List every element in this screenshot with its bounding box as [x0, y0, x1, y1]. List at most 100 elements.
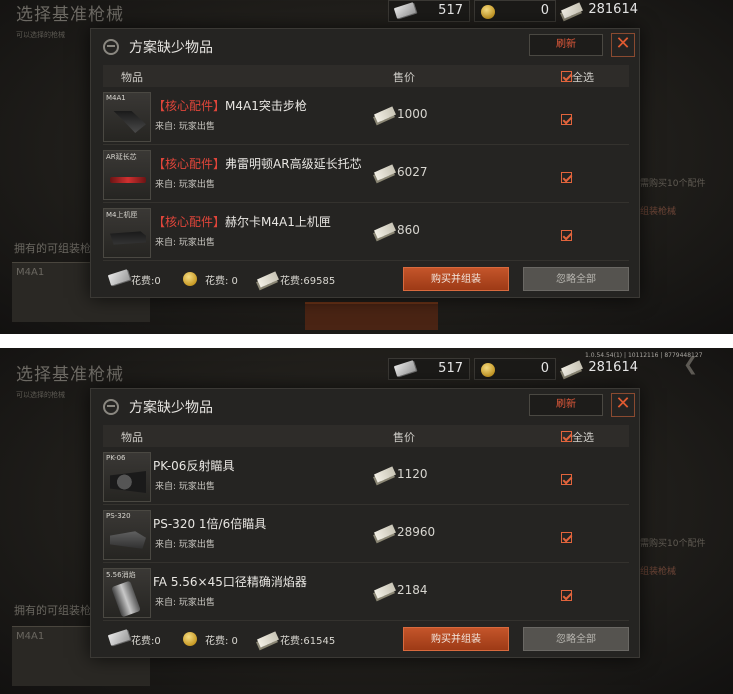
flash-hider-icon — [111, 580, 141, 618]
item-thumbnail: M4上机匣 — [103, 208, 151, 258]
background-assemble-link[interactable]: 组装枪械 — [640, 564, 676, 577]
currency-cash: 517 — [388, 0, 470, 22]
missing-items-dialog: 方案缺少物品 刷新 ✕ 物品 售价 全选 M4A1 【核心配件】M4A1突击步枪… — [90, 28, 640, 298]
banknote-icon — [374, 106, 396, 123]
item-tag: M4A1 — [106, 94, 126, 102]
item-row[interactable]: PS-320 PS-320 1倍/6倍瞄具 来自: 玩家出售 28960 — [103, 507, 629, 563]
upper-receiver-icon — [110, 231, 146, 245]
item-row[interactable]: PK-06 PK-06反射瞄具 来自: 玩家出售 1120 — [103, 449, 629, 505]
refresh-button[interactable]: 刷新 — [529, 34, 603, 56]
currency-cash: 517 — [388, 358, 470, 380]
banknote-icon — [561, 2, 583, 19]
close-button[interactable]: ✕ — [611, 33, 635, 57]
banknote-icon — [374, 466, 396, 483]
select-all-toggle[interactable]: 全选 — [561, 429, 594, 445]
cost-cash-label: 花费:0 — [131, 636, 161, 647]
price-value: 28960 — [397, 525, 436, 539]
price-value: 1000 — [397, 107, 428, 121]
owned-weapons-label: 拥有的可组装枪 — [14, 242, 91, 255]
price-value: 1120 — [397, 467, 428, 481]
item-name: 【核心配件】弗雷明顿AR高级延长托芯 — [153, 155, 362, 172]
column-item: 物品 — [121, 71, 143, 84]
money-amount: 281614 — [588, 360, 638, 375]
cash-amount: 517 — [438, 361, 463, 376]
select-all-checkbox-icon — [561, 71, 572, 82]
item-checkbox[interactable] — [561, 225, 572, 244]
missing-items-dialog: 方案缺少物品 刷新 ✕ 物品 售价 全选 PK-06 PK-06反射瞄具 来自:… — [90, 388, 640, 658]
item-thumbnail: 5.56消焰 — [103, 568, 151, 618]
background-assemble-link[interactable]: 组装枪械 — [640, 204, 676, 217]
currency-money: 281614 — [560, 0, 644, 22]
price-value: 6027 — [397, 165, 428, 179]
coin-icon — [183, 272, 197, 286]
item-source: 来自: 玩家出售 — [155, 122, 215, 132]
coin-amount: 0 — [540, 3, 549, 18]
item-title: PS-320 1倍/6倍瞄具 — [153, 517, 267, 531]
background-action-button[interactable] — [305, 302, 438, 330]
item-row[interactable]: AR延长芯 【核心配件】弗雷明顿AR高级延长托芯 来自: 玩家出售 6027 — [103, 147, 629, 203]
scope-icon — [110, 531, 146, 549]
banknote-icon — [374, 164, 396, 181]
item-source: 来自: 玩家出售 — [155, 238, 215, 248]
background-subtitle: 可以选择的枪械 — [16, 31, 65, 39]
checkbox-checked-icon — [561, 114, 572, 125]
item-checkbox[interactable] — [561, 469, 572, 488]
cash-icon — [107, 629, 131, 646]
plan-icon — [103, 39, 119, 55]
coin-icon — [481, 5, 495, 19]
buy-and-assemble-button[interactable]: 购买并组装 — [403, 627, 509, 651]
item-title: M4A1突击步枪 — [225, 99, 307, 113]
item-name: 【核心配件】M4A1突击步枪 — [153, 97, 307, 114]
refresh-button[interactable]: 刷新 — [529, 394, 603, 416]
dialog-footer: 花费:0 花费: 0 花费:61545 购买并组装 忽略全部 — [103, 625, 629, 653]
column-header: 物品 售价 全选 — [103, 65, 629, 87]
core-part-tag: 【核心配件】 — [153, 157, 226, 171]
item-row[interactable]: 5.56消焰 FA 5.56×45口径精确消焰器 来自: 玩家出售 2184 — [103, 565, 629, 621]
reflex-sight-icon — [110, 471, 146, 493]
item-tag: AR延长芯 — [106, 153, 137, 161]
select-all-toggle[interactable]: 全选 — [561, 69, 594, 85]
cash-icon — [393, 2, 417, 19]
column-price: 售价 — [393, 71, 415, 84]
item-source: 来自: 玩家出售 — [155, 482, 215, 492]
owned-weapon-name: M4A1 — [16, 631, 45, 642]
ignore-all-button[interactable]: 忽略全部 — [523, 627, 629, 651]
item-title: 弗雷明顿AR高级延长托芯 — [225, 157, 362, 171]
rifle-icon — [113, 111, 146, 133]
banknote-icon — [257, 271, 279, 288]
buy-and-assemble-button[interactable]: 购买并组装 — [403, 267, 509, 291]
item-thumbnail: AR延长芯 — [103, 150, 151, 200]
item-name: 【核心配件】赫尔卡M4A1上机匣 — [153, 213, 331, 230]
item-checkbox[interactable] — [561, 527, 572, 546]
close-button[interactable]: ✕ — [611, 393, 635, 417]
banknote-icon — [374, 524, 396, 541]
item-checkbox[interactable] — [561, 585, 572, 604]
item-name: PK-06反射瞄具 — [153, 457, 234, 474]
item-thumbnail: PK-06 — [103, 452, 151, 502]
item-row[interactable]: M4上机匣 【核心配件】赫尔卡M4A1上机匣 来自: 玩家出售 860 — [103, 205, 629, 261]
ignore-all-button[interactable]: 忽略全部 — [523, 267, 629, 291]
item-name: FA 5.56×45口径精确消焰器 — [153, 573, 307, 590]
item-thumbnail: PS-320 — [103, 510, 151, 560]
item-thumbnail: M4A1 — [103, 92, 151, 142]
price-value: 2184 — [397, 583, 428, 597]
currency-coin: 0 — [474, 0, 556, 22]
cost-cash-label: 花费:0 — [131, 276, 161, 287]
price-value: 860 — [397, 223, 420, 237]
cost-coin-label: 花费: 0 — [205, 636, 238, 647]
item-checkbox[interactable] — [561, 109, 572, 128]
item-tag: M4上机匣 — [106, 211, 138, 219]
item-row[interactable]: M4A1 【核心配件】M4A1突击步枪 来自: 玩家出售 1000 — [103, 89, 629, 145]
item-title: PK-06反射瞄具 — [153, 459, 235, 473]
item-source: 来自: 玩家出售 — [155, 180, 215, 190]
banknote-icon — [374, 222, 396, 239]
checkbox-checked-icon — [561, 172, 572, 183]
item-source: 来自: 玩家出售 — [155, 540, 215, 550]
dialog-footer: 花费:0 花费: 0 花费:69585 购买并组装 忽略全部 — [103, 265, 629, 293]
buffer-tube-icon — [110, 177, 146, 183]
cost-coin-label: 花费: 0 — [205, 276, 238, 287]
banknote-icon — [257, 631, 279, 648]
item-checkbox[interactable] — [561, 167, 572, 186]
money-amount: 281614 — [588, 2, 638, 17]
cash-icon — [107, 269, 131, 286]
